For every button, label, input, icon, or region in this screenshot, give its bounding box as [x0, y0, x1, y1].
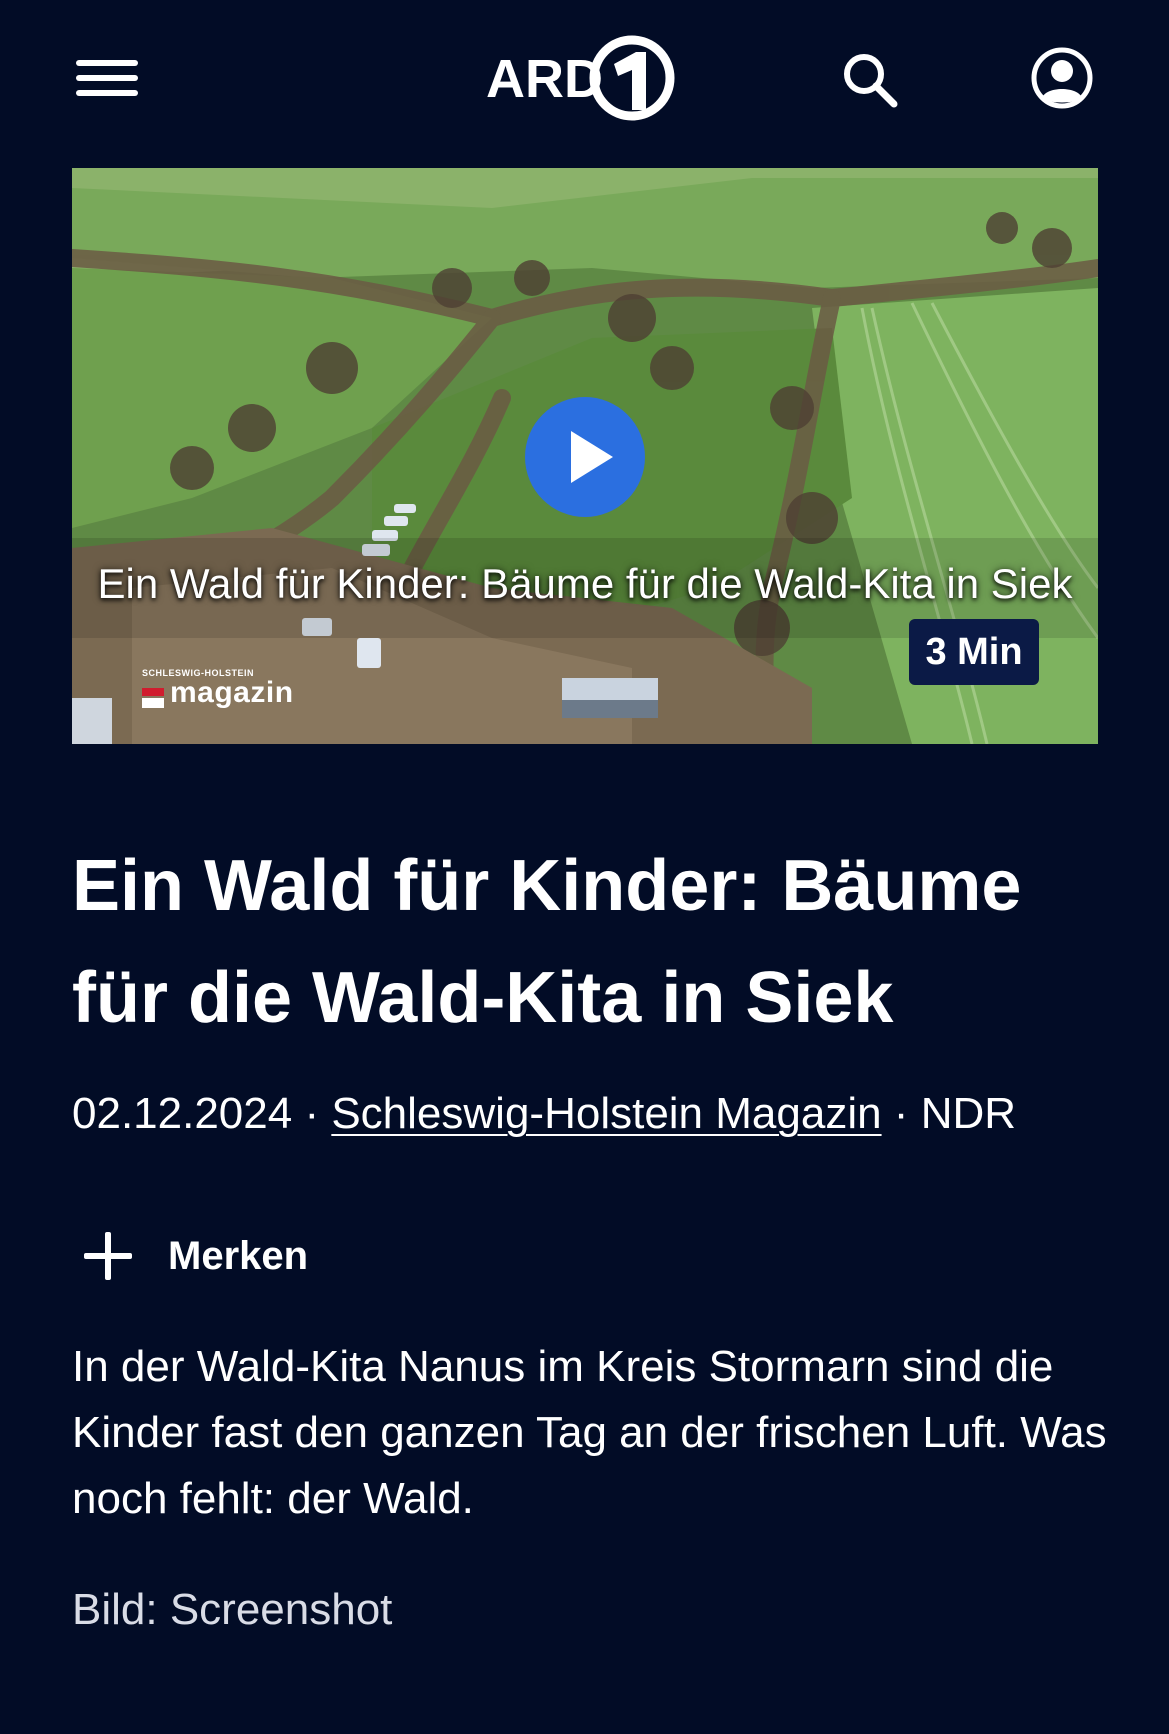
ard-logo-text: ARD: [486, 49, 603, 109]
video-player[interactable]: Ein Wald für Kinder: Bäume für die Wald-…: [72, 168, 1098, 744]
plus-icon: [84, 1232, 132, 1280]
broadcaster: NDR: [920, 1089, 1017, 1138]
publish-date: 02.12.2024: [72, 1089, 293, 1138]
teaser-text: In der Wald-Kita Nanus im Kreis Stormarn…: [72, 1342, 1107, 1523]
meta-separator: ·: [292, 1089, 332, 1138]
show-logo-flag-icon: [142, 688, 164, 708]
meta-separator: ·: [881, 1089, 921, 1138]
duration-badge: 3 Min: [909, 619, 1039, 685]
video-overlay-title: Ein Wald für Kinder: Bäume für die Wald-…: [97, 560, 1073, 607]
show-logo-word: magazin: [170, 676, 294, 709]
bookmark-label: Merken: [168, 1234, 309, 1278]
top-bar: ARD: [0, 0, 1169, 160]
ard-logo[interactable]: ARD: [486, 30, 686, 126]
play-button[interactable]: [525, 397, 645, 517]
image-credit: Bild: Screenshot: [72, 1585, 393, 1634]
bookmark-button[interactable]: Merken: [72, 1226, 352, 1286]
search-icon[interactable]: [840, 50, 900, 110]
menu-icon[interactable]: [76, 58, 140, 98]
show-logo: SCHLESWIG-HOLSTEIN magazin: [142, 668, 312, 718]
article-meta: 02.12.2024 · Schleswig-Holstein Magazin …: [72, 1084, 1132, 1144]
page-title: Ein Wald für Kinder: Bäume für die Wald-…: [72, 846, 1022, 1038]
show-link[interactable]: Schleswig-Holstein Magazin: [331, 1089, 881, 1138]
account-icon[interactable]: [1030, 46, 1094, 110]
